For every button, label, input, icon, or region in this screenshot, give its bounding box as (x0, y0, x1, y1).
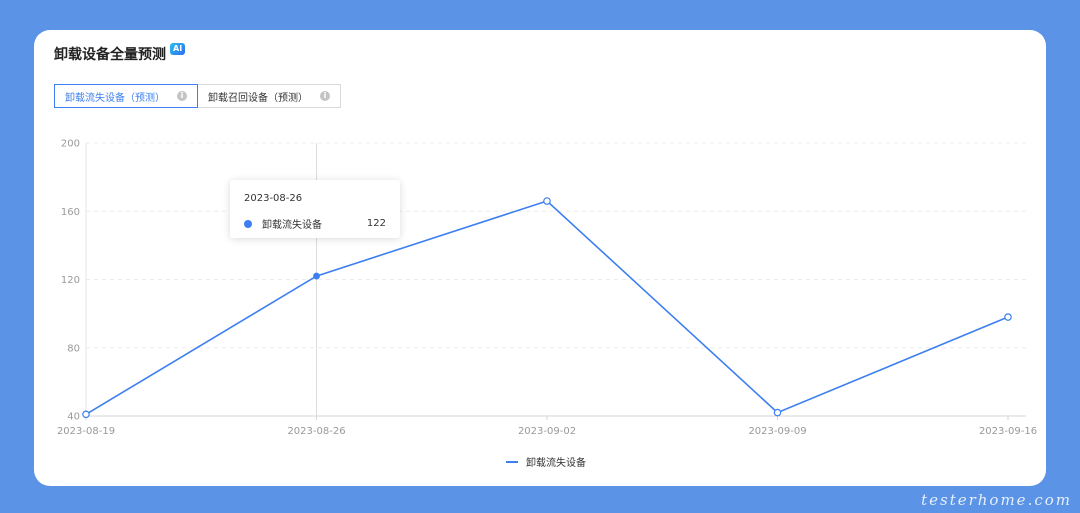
data-point (1004, 313, 1012, 321)
chart-card: 卸载设备全量预测 AI 卸载流失设备（预测） i 卸载召回设备（预测） i 40… (34, 30, 1046, 486)
line-chart: 40 80 120 160 200 2023-08-19 2023-08-26 2023-09… (57, 139, 1037, 438)
tooltip-value: 122 (366, 218, 386, 229)
y-tick-label: 40 (67, 412, 80, 423)
watermark: testerhome.com (921, 491, 1072, 509)
legend-line-icon (506, 460, 518, 463)
tooltip-row: 卸载流失设备 122 (244, 216, 386, 231)
data-point (313, 272, 320, 280)
data-point (82, 410, 90, 419)
legend-label: 卸载流失设备 (526, 458, 586, 469)
tooltip-series-name: 卸载流失设备 (262, 220, 322, 231)
x-tick-label: 2023-08-26 (287, 426, 345, 437)
data-point (773, 408, 782, 417)
tooltip-date: 2023-08-26 (244, 193, 303, 204)
y-tick-label: 160 (61, 207, 80, 218)
y-tick-label: 200 (61, 139, 80, 150)
chart-tooltip: 2023-08-26 卸载流失设备 122 (230, 180, 400, 238)
data-point (543, 197, 551, 205)
x-tick-label: 2023-09-02 (518, 426, 576, 437)
x-tick-label: 2023-09-16 (979, 426, 1037, 437)
y-tick-label: 80 (67, 343, 80, 354)
chart-legend[interactable]: 卸载流失设备 (506, 454, 586, 469)
x-tick-label: 2023-09-09 (748, 426, 806, 437)
series-line (85, 200, 1009, 415)
series-dot-icon (244, 219, 252, 228)
x-tick-label: 2023-08-19 (57, 426, 115, 437)
y-tick-label: 120 (61, 275, 80, 286)
